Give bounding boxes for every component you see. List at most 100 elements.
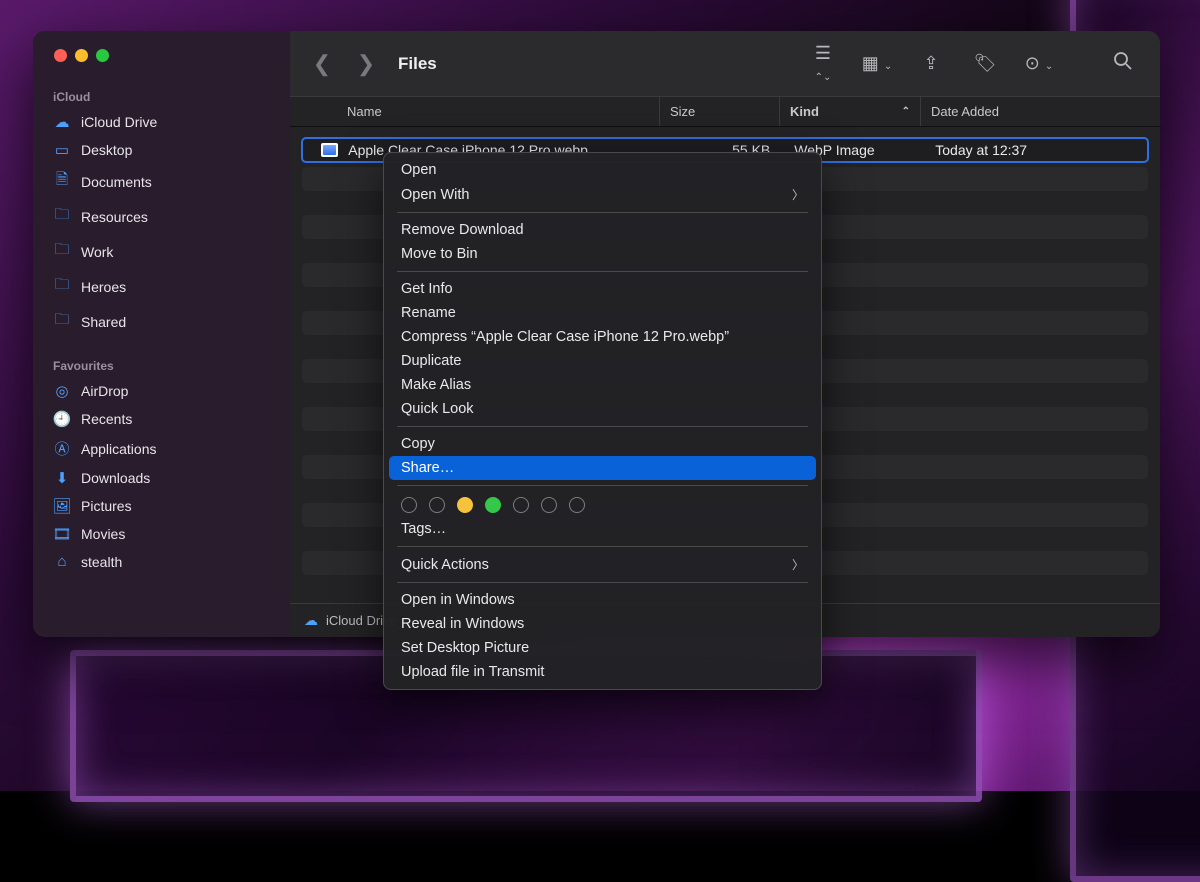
share-button[interactable]: ⇪	[914, 53, 948, 74]
sidebar-item-shared[interactable]: 🗀 Shared	[45, 304, 278, 339]
column-header-kind[interactable]: Kind⌃	[779, 97, 920, 126]
folder-icon: 🗀	[53, 274, 71, 299]
menu-item-rename[interactable]: Rename	[389, 301, 816, 325]
menu-item-tags[interactable]: Tags…	[389, 517, 816, 541]
menu-item-move-to-bin[interactable]: Move to Bin	[389, 242, 816, 266]
sidebar-item-home[interactable]: ⌂ stealth	[45, 548, 278, 575]
tag-red[interactable]	[429, 497, 445, 513]
sidebar-item-label: Documents	[81, 174, 152, 190]
tag-color-picker	[389, 491, 816, 517]
column-headers: Name Size Kind⌃ Date Added	[290, 96, 1160, 127]
clock-icon: 🕘	[53, 410, 71, 428]
menu-item-upload-transmit[interactable]: Upload file in Transmit	[389, 660, 816, 684]
tag-none[interactable]	[401, 497, 417, 513]
sidebar-item-label: Resources	[81, 209, 148, 225]
tag-blue[interactable]	[513, 497, 529, 513]
sidebar-item-documents[interactable]: 🗎 Documents	[45, 164, 278, 199]
file-date: Today at 12:37	[925, 142, 1027, 158]
sidebar-item-label: Pictures	[81, 498, 132, 514]
sidebar-item-resources[interactable]: 🗀 Resources	[45, 199, 278, 234]
forward-button[interactable]: ❯	[354, 51, 378, 77]
airdrop-icon: ◎	[53, 382, 71, 400]
tags-button[interactable]: 🏷	[968, 53, 1002, 74]
sidebar-item-downloads[interactable]: ⬇︎ Downloads	[45, 464, 278, 492]
sidebar-item-label: Heroes	[81, 279, 126, 295]
zoom-window-button[interactable]	[96, 49, 109, 62]
minimize-window-button[interactable]	[75, 49, 88, 62]
view-options-button[interactable]: ☰ ⌃⌄	[806, 43, 840, 85]
menu-item-make-alias[interactable]: Make Alias	[389, 373, 816, 397]
sidebar-item-icloud-drive[interactable]: ☁︎iCloud Drive	[45, 108, 278, 136]
column-header-size[interactable]: Size	[659, 97, 779, 126]
menu-separator	[397, 485, 808, 486]
search-button[interactable]	[1106, 51, 1140, 77]
sidebar-item-pictures[interactable]: 🖼 Pictures	[45, 492, 278, 520]
menu-item-open-with[interactable]: Open With〉	[389, 182, 816, 207]
tag-purple[interactable]	[541, 497, 557, 513]
tag-green[interactable]	[485, 497, 501, 513]
tag-grey[interactable]	[569, 497, 585, 513]
sidebar-item-label: AirDrop	[81, 383, 128, 399]
sidebar-item-label: Movies	[81, 526, 125, 542]
sidebar-item-label: stealth	[81, 554, 122, 570]
file-thumbnail-icon	[321, 143, 338, 157]
document-icon: 🗎	[53, 169, 71, 194]
applications-icon: Ⓐ	[53, 438, 71, 459]
sort-indicator-icon: ⌃	[902, 106, 910, 117]
menu-item-duplicate[interactable]: Duplicate	[389, 349, 816, 373]
menu-separator	[397, 582, 808, 583]
menu-item-set-desktop-picture[interactable]: Set Desktop Picture	[389, 636, 816, 660]
pictures-icon: 🖼	[53, 497, 71, 515]
menu-item-remove-download[interactable]: Remove Download	[389, 218, 816, 242]
sidebar-item-label: Applications	[81, 441, 157, 457]
sidebar-item-label: Shared	[81, 314, 126, 330]
sidebar-heading-icloud: iCloud	[45, 84, 278, 108]
menu-separator	[397, 212, 808, 213]
menu-separator	[397, 546, 808, 547]
sidebar-item-heroes[interactable]: 🗀 Heroes	[45, 269, 278, 304]
close-window-button[interactable]	[54, 49, 67, 62]
sidebar-item-recents[interactable]: 🕘 Recents	[45, 405, 278, 433]
sidebar-heading-favourites: Favourites	[45, 353, 278, 377]
menu-item-copy[interactable]: Copy	[389, 432, 816, 456]
sidebar-item-applications[interactable]: Ⓐ Applications	[45, 433, 278, 464]
sidebar-item-label: Downloads	[81, 470, 150, 486]
menu-item-reveal-in-windows[interactable]: Reveal in Windows	[389, 612, 816, 636]
movies-icon: 🎞	[53, 525, 71, 543]
toolbar: ❮ ❯ Files ☰ ⌃⌄ ▦ ⌄ ⇪ 🏷 ⊙ ⌄	[290, 31, 1160, 96]
sidebar-item-movies[interactable]: 🎞 Movies	[45, 520, 278, 548]
menu-item-get-info[interactable]: Get Info	[389, 277, 816, 301]
desktop-icon: ▭	[53, 141, 71, 159]
column-header-date[interactable]: Date Added	[920, 97, 1160, 126]
shared-folder-icon: 🗀	[53, 309, 71, 334]
download-icon: ⬇︎	[53, 469, 71, 487]
back-button[interactable]: ❮	[310, 51, 334, 77]
more-button[interactable]: ⊙ ⌄	[1022, 53, 1056, 74]
sidebar-item-label: iCloud Drive	[81, 114, 157, 130]
menu-separator	[397, 426, 808, 427]
folder-icon: 🗀	[53, 204, 71, 229]
window-controls	[33, 49, 290, 84]
sidebar: iCloud ☁︎iCloud Drive ▭ Desktop 🗎 Document…	[33, 31, 290, 637]
home-icon: ⌂	[53, 553, 71, 570]
column-header-name[interactable]: Name	[290, 104, 659, 119]
cloud-icon: ☁︎	[304, 612, 318, 629]
sidebar-item-work[interactable]: 🗀 Work	[45, 234, 278, 269]
sidebar-item-label: Desktop	[81, 142, 132, 158]
group-button[interactable]: ▦ ⌄	[860, 53, 894, 74]
menu-item-quick-look[interactable]: Quick Look	[389, 397, 816, 421]
chevron-right-icon: 〉	[792, 186, 804, 203]
menu-item-open[interactable]: Open	[389, 158, 816, 182]
menu-item-share[interactable]: Share…	[389, 456, 816, 480]
sidebar-item-desktop[interactable]: ▭ Desktop	[45, 136, 278, 164]
sidebar-item-label: Recents	[81, 411, 132, 427]
menu-separator	[397, 271, 808, 272]
menu-item-quick-actions[interactable]: Quick Actions〉	[389, 552, 816, 577]
menu-item-open-in-windows[interactable]: Open in Windows	[389, 588, 816, 612]
folder-icon: 🗀	[53, 239, 71, 264]
sidebar-item-airdrop[interactable]: ◎ AirDrop	[45, 377, 278, 405]
context-menu: Open Open With〉 Remove Download Move to …	[383, 152, 822, 690]
tag-yellow[interactable]	[457, 497, 473, 513]
menu-item-compress[interactable]: Compress “Apple Clear Case iPhone 12 Pro…	[389, 325, 816, 349]
sidebar-item-label: Work	[81, 244, 113, 260]
